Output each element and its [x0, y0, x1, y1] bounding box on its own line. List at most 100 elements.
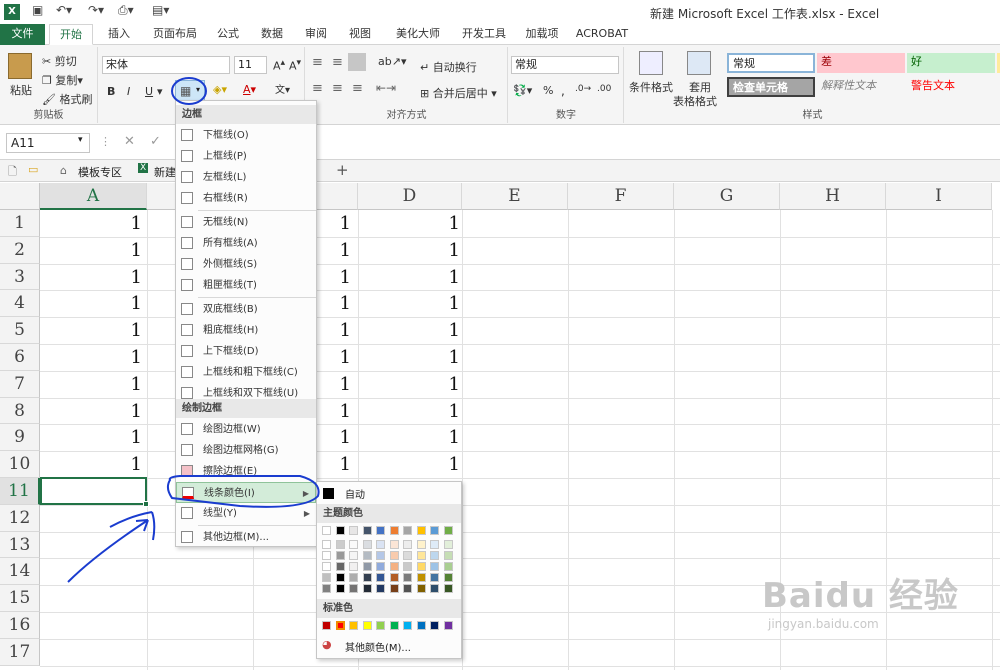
underline-dropdown-icon[interactable]: ▾ — [157, 85, 163, 98]
cell-a1[interactable]: 1 — [42, 213, 142, 234]
theme-color-swatch[interactable] — [443, 526, 453, 535]
standard-color-swatch[interactable] — [335, 621, 345, 630]
selected-cell-a11[interactable] — [40, 477, 147, 505]
theme-color-swatch[interactable] — [416, 573, 426, 582]
align-middle-icon[interactable]: ≡ — [332, 55, 343, 70]
theme-color-swatch[interactable] — [362, 584, 372, 593]
theme-color-swatch[interactable] — [403, 526, 412, 535]
conditional-format-button[interactable]: 条件格式 — [629, 79, 673, 95]
paste-button[interactable]: 粘贴 — [10, 82, 32, 98]
theme-color-swatch[interactable] — [416, 562, 426, 571]
theme-color-swatch[interactable] — [430, 562, 439, 571]
table-format-icon[interactable] — [687, 51, 711, 75]
row-header-4[interactable]: 4 — [0, 290, 40, 318]
new-doc-tab[interactable]: 新建 — [154, 164, 176, 180]
theme-color-swatch[interactable] — [430, 540, 439, 549]
tab-insert[interactable]: 插入 — [99, 24, 139, 45]
row-header-11[interactable]: 11 — [0, 478, 40, 505]
row-header-5[interactable]: 5 — [0, 317, 40, 344]
border-menu-item-11[interactable]: 上下框线(D) — [176, 341, 316, 362]
save-icon[interactable]: ▣ — [32, 3, 43, 17]
cell-d8[interactable]: 1 — [360, 401, 460, 422]
menu-item-more-borders[interactable]: 其他边框(M)... — [176, 527, 316, 548]
grow-font-icon[interactable]: A▴ — [273, 57, 285, 73]
menu-item-erase-border[interactable]: 擦除边框(E) — [176, 461, 316, 482]
standard-color-swatch[interactable] — [416, 621, 426, 630]
wrap-text-button[interactable]: ↵ 自动换行 — [420, 59, 477, 75]
border-menu-item-1[interactable]: 下框线(O) — [176, 125, 316, 146]
align-top-icon[interactable]: ≡ — [312, 55, 323, 70]
theme-color-swatch[interactable] — [403, 540, 412, 549]
cell-d6[interactable]: 1 — [360, 347, 460, 368]
theme-color-swatch[interactable] — [416, 540, 426, 549]
border-menu-item-5[interactable]: 无框线(N) — [176, 212, 316, 233]
theme-color-swatch[interactable] — [335, 584, 345, 593]
cell-d1[interactable]: 1 — [360, 213, 460, 234]
row-header-7[interactable]: 7 — [0, 370, 40, 398]
tab-acrobat[interactable]: ACROBAT — [572, 24, 632, 45]
align-bottom-icon[interactable] — [348, 53, 366, 71]
standard-color-swatch[interactable] — [443, 621, 453, 630]
border-button[interactable]: ▦ ▾ — [175, 80, 205, 102]
style-normal[interactable]: 常规 — [727, 53, 815, 73]
tab-data[interactable]: 数据 — [254, 24, 290, 45]
undo-icon[interactable]: ↶▾ — [56, 3, 72, 17]
cell-a4[interactable]: 1 — [42, 293, 142, 314]
theme-color-swatch[interactable] — [443, 562, 453, 571]
currency-icon[interactable]: 💱▾ — [513, 84, 532, 97]
auto-color-option[interactable]: 自动 — [345, 486, 365, 501]
theme-color-swatch[interactable] — [335, 562, 345, 571]
theme-color-swatch[interactable] — [430, 551, 439, 560]
row-header-2[interactable]: 2 — [0, 236, 40, 264]
theme-color-swatch[interactable] — [403, 562, 412, 571]
theme-color-swatch[interactable] — [322, 540, 331, 549]
theme-color-swatch[interactable] — [403, 584, 412, 593]
style-check-cell[interactable]: 检查单元格 — [727, 77, 815, 97]
theme-color-swatch[interactable] — [349, 573, 358, 582]
theme-color-swatch[interactable] — [335, 573, 345, 582]
print-icon[interactable]: ⎙▾ — [118, 3, 134, 18]
font-color-button[interactable]: A▾ — [243, 83, 256, 96]
theme-color-swatch[interactable] — [403, 551, 412, 560]
cancel-icon[interactable]: ✕ — [124, 134, 135, 149]
underline-button[interactable]: U — [145, 85, 153, 98]
menu-item-line-color[interactable]: 线条颜色(I) ▶ — [176, 482, 316, 503]
copy-button[interactable]: ❐ 复制▾ — [42, 72, 83, 88]
column-header-d[interactable]: D — [358, 183, 462, 210]
indent-icon[interactable]: ⇤⇥ — [376, 81, 396, 95]
theme-color-swatch[interactable] — [349, 526, 358, 535]
theme-color-swatch[interactable] — [376, 540, 385, 549]
row-header-13[interactable]: 13 — [0, 531, 40, 559]
style-explanatory[interactable]: 解释性文本 — [817, 77, 905, 97]
style-good[interactable]: 好 — [907, 53, 995, 73]
phonetic-icon[interactable]: 文▾ — [275, 81, 290, 96]
standard-color-swatch[interactable] — [389, 621, 399, 630]
italic-button[interactable]: I — [127, 85, 130, 98]
border-menu-item-6[interactable]: 所有框线(A) — [176, 233, 316, 254]
theme-color-swatch[interactable] — [430, 584, 439, 593]
tab-file[interactable]: 文件 — [0, 24, 45, 45]
theme-color-swatch[interactable] — [389, 562, 399, 571]
row-header-12[interactable]: 12 — [0, 504, 40, 532]
column-header-f[interactable]: F — [568, 183, 674, 210]
conditional-format-icon[interactable] — [639, 51, 663, 75]
row-header-6[interactable]: 6 — [0, 344, 40, 371]
theme-color-swatch[interactable] — [403, 573, 412, 582]
column-header-a[interactable]: A — [40, 183, 147, 210]
fill-handle[interactable] — [143, 501, 149, 507]
standard-color-swatch[interactable] — [376, 621, 385, 630]
theme-color-swatch[interactable] — [362, 573, 372, 582]
theme-color-swatch[interactable] — [349, 540, 358, 549]
cell-a8[interactable]: 1 — [42, 401, 142, 422]
shrink-font-icon[interactable]: A▾ — [289, 57, 301, 73]
cell-a6[interactable]: 1 — [42, 347, 142, 368]
theme-color-swatch[interactable] — [389, 584, 399, 593]
cell-d7[interactable]: 1 — [360, 374, 460, 395]
comma-style-icon[interactable]: , — [561, 84, 565, 98]
theme-color-swatch[interactable] — [443, 573, 453, 582]
cell-a7[interactable]: 1 — [42, 374, 142, 395]
increase-decimal-icon[interactable]: .0→ — [575, 84, 591, 94]
cell-d5[interactable]: 1 — [360, 320, 460, 341]
orientation-icon[interactable]: ab↗▾ — [378, 55, 406, 68]
cell-a9[interactable]: 1 — [42, 427, 142, 448]
